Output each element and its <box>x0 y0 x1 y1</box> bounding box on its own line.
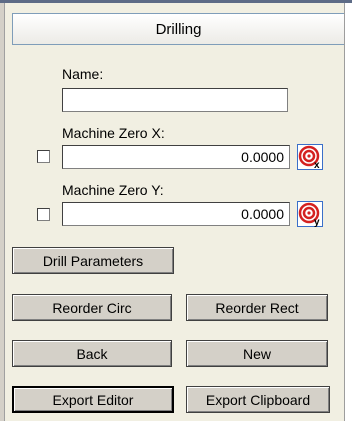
panel-title-text: Drilling <box>155 20 202 38</box>
target-x-icon[interactable]: x <box>297 144 323 170</box>
machine-zero-x-label: Machine Zero X: <box>62 125 165 141</box>
right-scroll-area <box>344 3 352 421</box>
export-clipboard-button[interactable]: Export Clipboard <box>186 386 330 413</box>
svg-text:x: x <box>314 160 320 170</box>
machine-zero-x-input[interactable] <box>62 145 290 169</box>
machine-zero-y-label: Machine Zero Y: <box>62 182 164 198</box>
left-border <box>0 3 5 421</box>
export-editor-button[interactable]: Export Editor <box>12 386 174 413</box>
reorder-rect-button[interactable]: Reorder Rect <box>186 294 328 321</box>
machine-zero-x-checkbox[interactable] <box>37 150 50 163</box>
machine-zero-y-input[interactable] <box>62 202 290 226</box>
svg-text:y: y <box>314 217 320 227</box>
target-y-icon[interactable]: y <box>297 201 323 227</box>
new-button[interactable]: New <box>186 340 328 367</box>
panel-title: Drilling <box>12 13 344 45</box>
back-button[interactable]: Back <box>12 340 172 367</box>
drill-parameters-button[interactable]: Drill Parameters <box>12 247 174 274</box>
window-top-border <box>0 0 352 3</box>
name-input[interactable] <box>62 88 288 112</box>
reorder-circ-button[interactable]: Reorder Circ <box>12 294 172 321</box>
machine-zero-y-checkbox[interactable] <box>37 208 50 221</box>
name-label: Name: <box>62 66 104 82</box>
